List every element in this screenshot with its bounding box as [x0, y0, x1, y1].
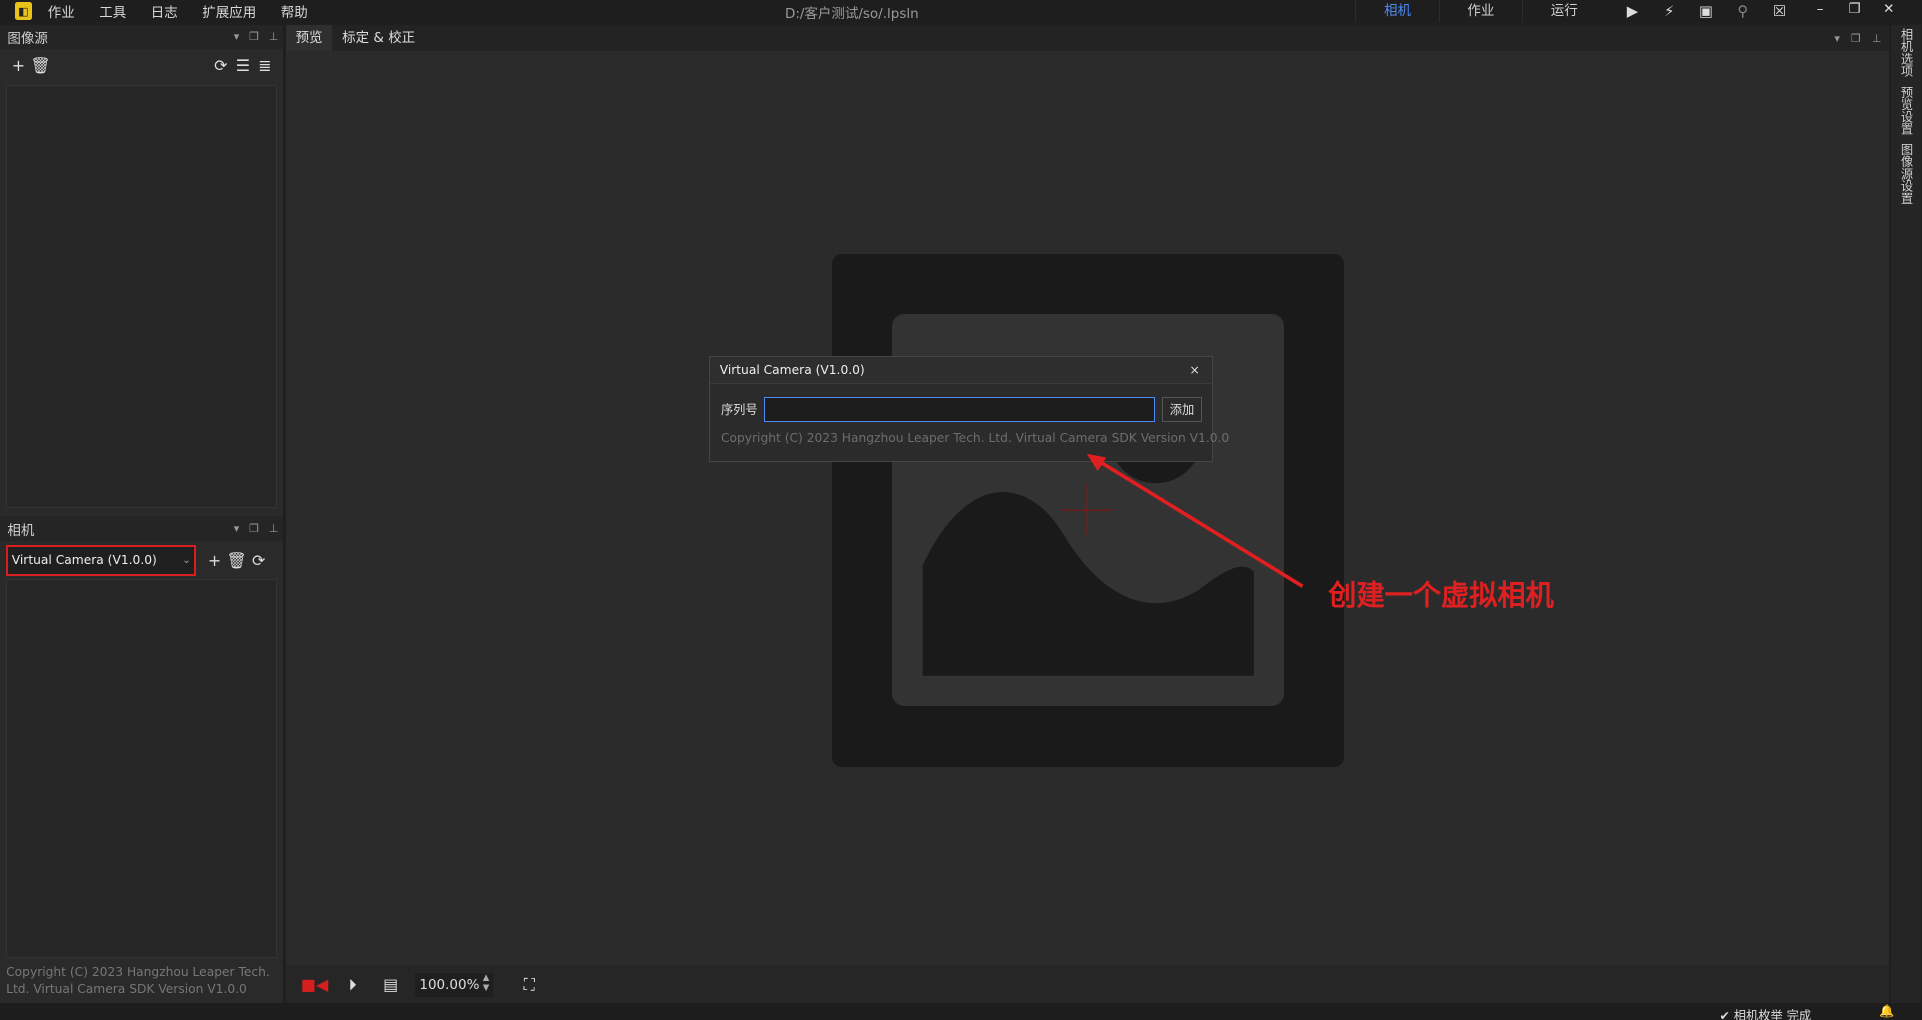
right-side-tabs: 相机选项 预览设置 图像源设置 [1891, 24, 1921, 1004]
status-bar: ✔ 相机枚举 完成 🔔 [0, 1003, 1922, 1020]
annotation-text: 创建一个虚拟相机 [1328, 578, 1554, 612]
tab-preview-settings[interactable]: 预览设置 [1897, 86, 1915, 135]
tab-camera-options[interactable]: 相机选项 [1897, 28, 1915, 77]
bell-icon[interactable]: 🔔 [1879, 1004, 1894, 1018]
tab-image-source-settings[interactable]: 图像源设置 [1897, 143, 1915, 204]
status-message: 相机枚举 完成 [1733, 1008, 1812, 1020]
annotation-arrow [1086, 453, 1304, 588]
app-window: ◧ 作业 工具 日志 扩展应用 帮助 D:/客户测试/so/.lpsln 相机 … [0, 0, 1922, 1020]
status-text: ✔ 相机枚举 完成 [1720, 1006, 1812, 1020]
